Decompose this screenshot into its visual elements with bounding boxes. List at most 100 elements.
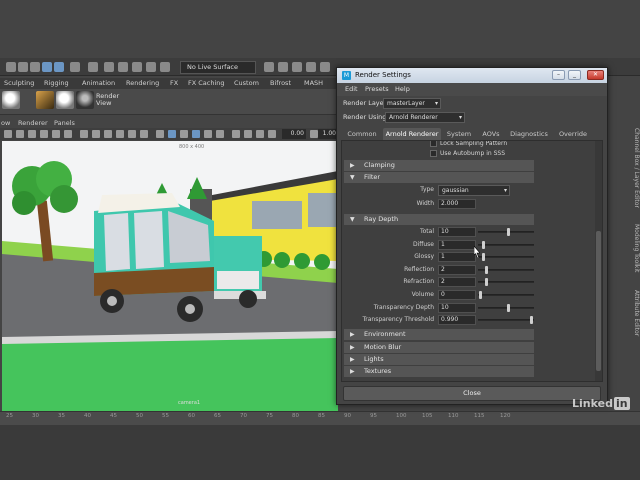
photometric-light-icon[interactable] (76, 91, 94, 109)
wireframe-icon[interactable] (156, 130, 164, 138)
ray-depth-field[interactable]: 10 (438, 302, 476, 313)
slider-handle[interactable] (479, 291, 483, 299)
ray-depth-field[interactable]: 0 (438, 290, 476, 300)
side-tab-attribute-editor[interactable]: Attribute Editor (630, 290, 640, 350)
ray-depth-slider[interactable] (478, 243, 534, 246)
panel-menu-panels[interactable]: Panels (54, 118, 75, 128)
lock-sampling-checkbox[interactable] (430, 141, 437, 147)
slider-handle[interactable] (485, 278, 489, 287)
render-layer-dropdown[interactable]: masterLayer ▾ (383, 98, 441, 109)
lasso-tool-icon[interactable] (18, 62, 28, 72)
filter-width-field[interactable]: 2.000 (438, 199, 476, 209)
section-clamping[interactable]: ▶ Clamping (344, 160, 534, 171)
menu-edit[interactable]: Edit (345, 83, 358, 96)
slider-handle[interactable] (482, 240, 486, 249)
tab-diagnostics[interactable]: Diagnostics (507, 128, 551, 140)
side-tab-modeling-toolkit[interactable]: Modeling Toolkit (630, 224, 640, 284)
render-settings-icon[interactable] (292, 62, 302, 72)
gamma-field[interactable]: 1.00 (318, 129, 338, 139)
ray-depth-slider[interactable] (478, 231, 534, 233)
render-using-dropdown[interactable]: Arnold Renderer ▾ (385, 112, 465, 123)
image-plane-icon[interactable] (40, 130, 48, 138)
slider-handle[interactable] (507, 303, 511, 312)
field-chart-icon[interactable] (128, 130, 136, 138)
make-live-icon[interactable] (104, 62, 114, 72)
ray-depth-slider[interactable] (478, 294, 534, 296)
exposure-field[interactable]: 0.00 (282, 129, 306, 139)
shelf-tab-bifrost[interactable]: Bifrost (270, 78, 291, 89)
tab-arnold-renderer[interactable]: Arnold Renderer (383, 128, 441, 140)
safe-action-icon[interactable] (140, 130, 148, 138)
snap-grid-icon[interactable] (42, 62, 52, 72)
isolate-select-icon[interactable] (244, 130, 252, 138)
ray-depth-slider[interactable] (478, 319, 534, 322)
slider-handle[interactable] (507, 228, 511, 236)
minimize-button[interactable]: _ (568, 70, 581, 80)
mesh-light-icon[interactable] (56, 91, 74, 109)
tab-common[interactable]: Common (343, 128, 381, 140)
shelf-tab-rigging[interactable]: Rigging (44, 78, 69, 89)
input-output-icon[interactable] (146, 62, 156, 72)
ray-depth-field[interactable]: 1 (438, 239, 476, 250)
panel-menu-renderer[interactable]: Renderer (18, 118, 48, 128)
side-tab-channel-box[interactable]: Channel Box / Layer Editor (630, 128, 640, 218)
shelf-tab-custom[interactable]: Custom (234, 78, 259, 89)
snap-point-icon[interactable] (70, 62, 80, 72)
ambient-occlusion-icon[interactable] (256, 130, 264, 138)
autobump-checkbox[interactable] (430, 150, 437, 157)
ray-depth-slider[interactable] (478, 306, 534, 309)
tab-system[interactable]: System (443, 128, 475, 140)
autobump-row[interactable]: Use Autobump in SSS (430, 149, 505, 158)
render-view-button[interactable]: Render View (96, 93, 119, 107)
film-gate-icon[interactable] (92, 130, 100, 138)
ray-depth-field[interactable]: 1 (438, 252, 476, 263)
motion-blur-icon[interactable] (268, 130, 276, 138)
use-all-lights-icon[interactable] (204, 130, 212, 138)
smooth-shade-icon[interactable] (168, 130, 176, 138)
snap-view-icon[interactable] (88, 62, 98, 72)
filter-type-dropdown[interactable]: gaussian ▾ (438, 185, 510, 196)
paint-tool-icon[interactable] (30, 62, 40, 72)
render-frame-icon[interactable] (264, 62, 274, 72)
construction-icon[interactable] (132, 62, 142, 72)
perspective-viewport[interactable]: 800 x 400 camera1 (2, 141, 338, 411)
shelf-tab-rendering[interactable]: Rendering (126, 78, 159, 89)
2d-pan-icon[interactable] (52, 130, 60, 138)
slider-handle[interactable] (485, 265, 489, 274)
menu-help[interactable]: Help (395, 83, 410, 96)
tab-aovs[interactable]: AOVs (477, 128, 505, 140)
camera-select-icon[interactable] (4, 130, 12, 138)
ray-depth-field[interactable]: 0.990 (438, 315, 476, 326)
xray-icon[interactable] (232, 130, 240, 138)
select-tool-icon[interactable] (6, 62, 16, 72)
resolution-gate-icon[interactable] (104, 130, 112, 138)
wireframe-on-shaded-icon[interactable] (180, 130, 188, 138)
shadows-icon[interactable] (216, 130, 224, 138)
area-light-icon[interactable] (2, 91, 20, 109)
panel-menu-show[interactable]: ow (1, 118, 10, 128)
grid-icon[interactable] (80, 130, 88, 138)
section-textures[interactable]: ▶ Textures (344, 366, 534, 377)
menu-presets[interactable]: Presets (365, 83, 389, 96)
skydome-light-icon[interactable] (36, 91, 54, 109)
ray-depth-slider[interactable] (478, 256, 534, 259)
close-button[interactable]: Close (343, 386, 601, 401)
ray-depth-field[interactable]: 2 (438, 264, 476, 275)
close-window-icon[interactable]: ✕ (587, 70, 604, 80)
history-icon[interactable] (118, 62, 128, 72)
gate-mask-icon[interactable] (116, 130, 124, 138)
snap-curve-icon[interactable] (54, 62, 64, 72)
camera-attributes-icon[interactable] (16, 130, 24, 138)
ipr-render-icon[interactable] (278, 62, 288, 72)
render-settings-titlebar[interactable]: M Render Settings _ – ✕ (337, 68, 607, 83)
section-filter[interactable]: ▼ Filter (344, 172, 534, 183)
render-setup-icon[interactable] (320, 62, 330, 72)
minimize-icon-button[interactable]: – (552, 70, 565, 80)
shelf-tab-mash[interactable]: MASH (304, 78, 323, 89)
tab-override[interactable]: Override (553, 128, 593, 140)
shelf-tab-fx[interactable]: FX (170, 78, 178, 89)
lock-sampling-row[interactable]: Lock Sampling Pattern (430, 141, 507, 148)
section-environment[interactable]: ▶ Environment (344, 329, 534, 340)
ray-depth-field[interactable]: 2 (438, 277, 476, 288)
hypershade-icon[interactable] (306, 62, 316, 72)
